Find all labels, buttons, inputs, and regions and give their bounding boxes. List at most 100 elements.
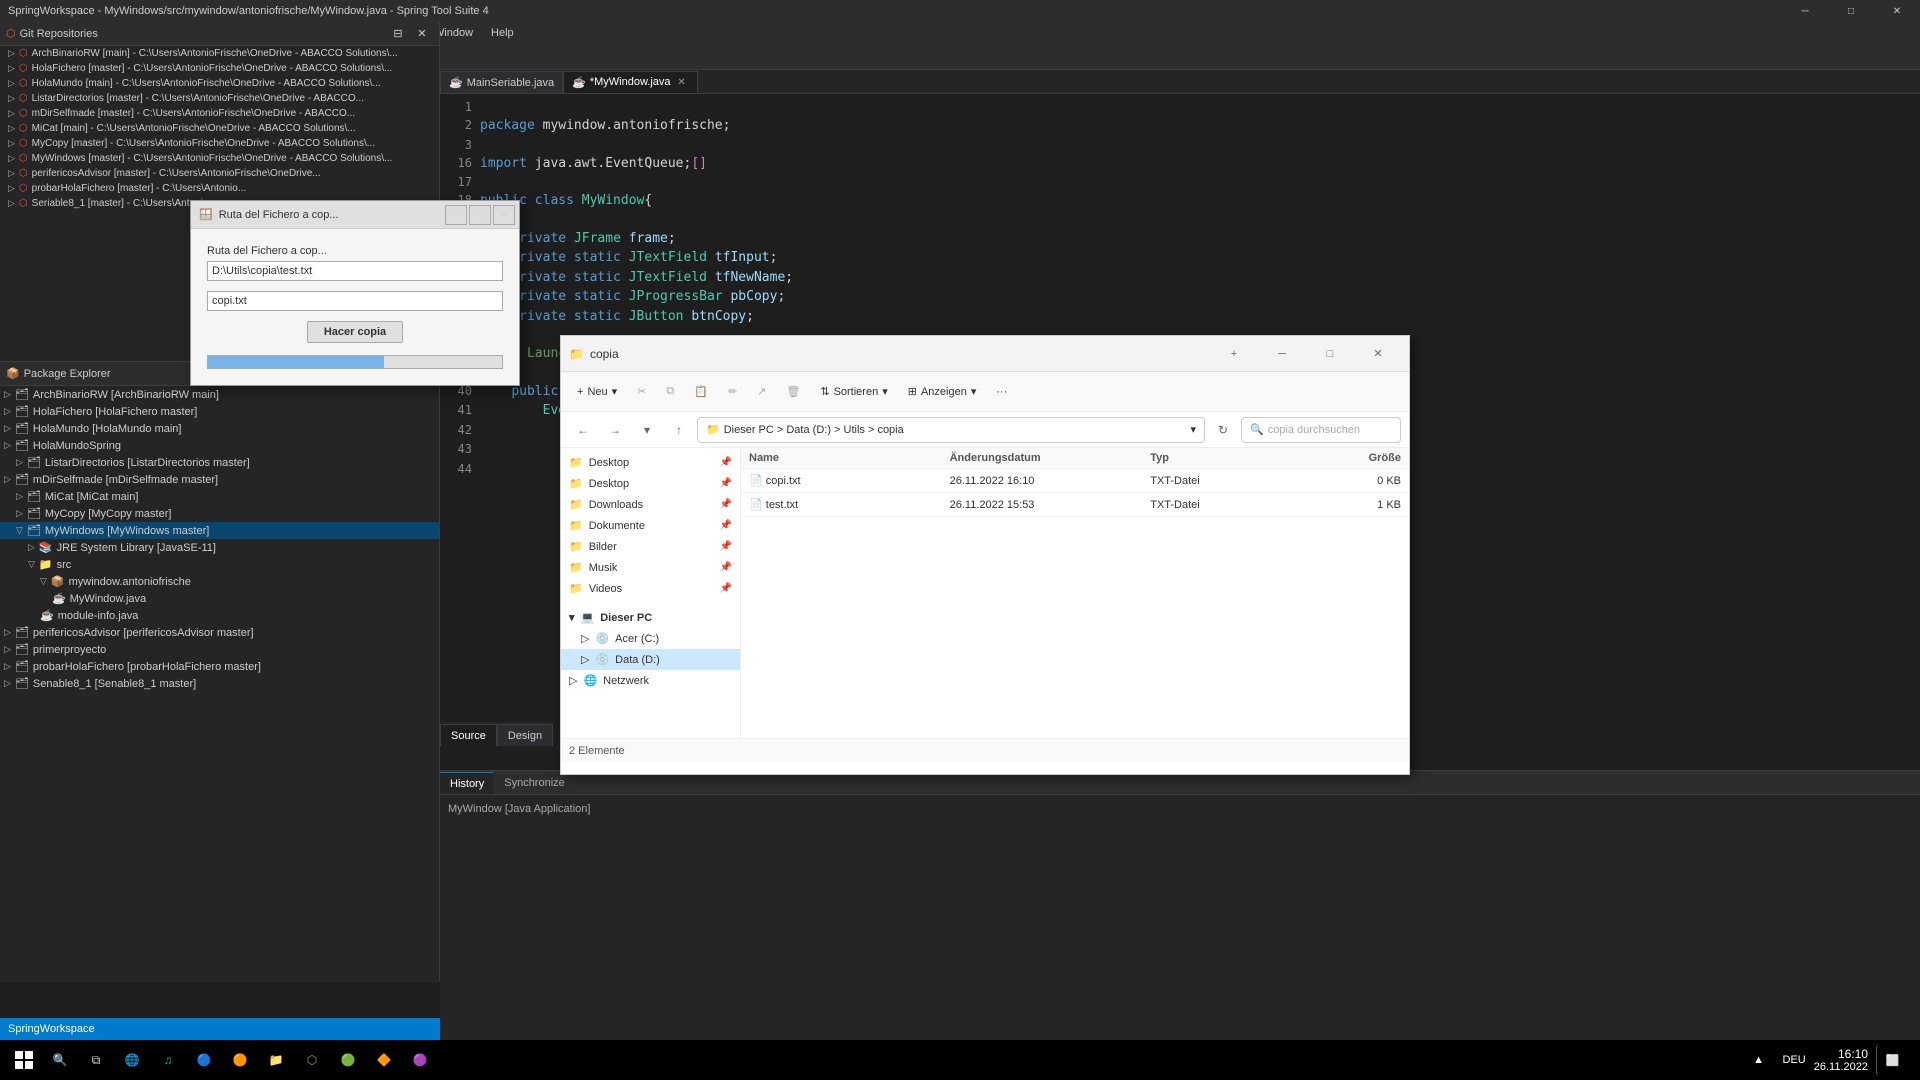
git-collapse-button[interactable]: ⊟ (387, 23, 409, 45)
pkg-item[interactable]: ▷🗂 HolaMundoSpring (0, 437, 439, 454)
fe-sidebar-item-acer[interactable]: ▷ 💿 Acer (C:) (561, 628, 740, 649)
taskbar-app2[interactable]: 🟠 (224, 1044, 256, 1076)
fe-view-button[interactable]: ⊞ Anzeigen ▾ (900, 378, 985, 406)
fe-close-button[interactable]: ✕ (1355, 338, 1401, 370)
fe-address-bar[interactable]: 📁 Dieser PC > Data (D:) > Utils > copia … (697, 417, 1205, 443)
taskbar-spotify[interactable]: ♫ (152, 1044, 184, 1076)
pkg-item[interactable]: ▷🗂 probarHolaFichero [probarHolaFichero … (0, 658, 439, 675)
git-repo-item[interactable]: ▷⬡ HolaFichero [master] - C:\Users\Anton… (0, 61, 439, 76)
fe-maximize-button[interactable]: □ (1307, 338, 1353, 370)
tab-mywindow[interactable]: ☕ *MyWindow.java ✕ (563, 71, 697, 93)
view-icon: ⊞ (908, 385, 917, 398)
pkg-item[interactable]: ▷🗂 MiCat [MiCat main] (0, 488, 439, 505)
git-close-button[interactable]: ✕ (411, 23, 433, 45)
git-repo-item[interactable]: ▷⬡ MiCat [main] - C:\Users\AntonioFrisch… (0, 121, 439, 136)
hacer-copia-button[interactable]: Hacer copia (307, 321, 403, 343)
source-tab[interactable]: Source (440, 724, 497, 746)
taskbar-sts[interactable]: ⬡ (296, 1044, 328, 1076)
taskbar-app3[interactable]: 🟢 (332, 1044, 364, 1076)
fe-sidebar-item-bilder[interactable]: 📁 Bilder 📌 (561, 536, 740, 557)
fe-new-button[interactable]: + Neu ▾ (569, 378, 625, 406)
fe-delete-button[interactable]: 🗑 (778, 378, 808, 406)
fe-back-button[interactable]: ← (569, 416, 597, 444)
taskbar-taskview[interactable]: ⧉ (80, 1044, 112, 1076)
pkg-item[interactable]: ▷🗂 HolaMundo [HolaMundo main] (0, 420, 439, 437)
fe-sidebar-item-videos[interactable]: 📁 Videos 📌 (561, 578, 740, 599)
file-row-copi[interactable]: 📄 copi.txt 26.11.2022 16:10 TXT-Datei 0 … (741, 469, 1409, 493)
pkg-item[interactable]: ▷🗂 MyCopy [MyCopy master] (0, 505, 439, 522)
design-tab[interactable]: Design (497, 724, 553, 746)
git-repo-item[interactable]: ▷⬡ ListarDirectorios [master] - C:\Users… (0, 91, 439, 106)
git-repo-item[interactable]: ▷⬡ mDirSelfmade [master] - C:\Users\Anto… (0, 106, 439, 121)
fe-up-dropdown-button[interactable]: ▾ (633, 416, 661, 444)
pkg-item[interactable]: ▷🗂 HolaFichero [HolaFichero master] (0, 403, 439, 420)
taskbar-app1[interactable]: 🔵 (188, 1044, 220, 1076)
tab-main-seriable[interactable]: ☕ MainSeriable.java (440, 71, 563, 93)
fe-sort-button[interactable]: ⇅ Sortieren ▾ (812, 378, 895, 406)
history-tab[interactable]: History (440, 772, 494, 794)
pkg-item[interactable]: ▷🗂 primerproyecto (0, 641, 439, 658)
dialog-restore-button[interactable]: □ (469, 205, 491, 225)
fe-paste-button[interactable]: 📋 (686, 378, 716, 406)
network-icon: 🌐 (583, 674, 597, 687)
fe-sidebar-item-netzwerk[interactable]: ▷ 🌐 Netzwerk (561, 670, 740, 691)
file-row-test[interactable]: 📄 test.txt 26.11.2022 15:53 TXT-Datei 1 … (741, 493, 1409, 517)
pkg-item-mywindow-java[interactable]: ☕ MyWindow.java (0, 590, 439, 607)
pkg-item[interactable]: ▽📦 mywindow.antoniofrische (0, 573, 439, 590)
fe-forward-button[interactable]: → (601, 416, 629, 444)
fe-sidebar-item-desktop1[interactable]: 📁 Desktop 📌 (561, 452, 740, 473)
fe-sidebar-item-desktop2[interactable]: 📁 Desktop 📌 (561, 473, 740, 494)
git-repo-item[interactable]: ▷⬡ ArchBinarioRW [main] - C:\Users\Anton… (0, 46, 439, 61)
pkg-item[interactable]: ▷🗂 Senable8_1 [Senable8_1 master] (0, 675, 439, 692)
minimize-button[interactable]: ─ (1782, 0, 1828, 22)
close-button[interactable]: ✕ (1874, 0, 1920, 22)
pkg-item[interactable]: ▷📚 JRE System Library [JavaSE-11] (0, 539, 439, 556)
dialog-dest-name-input[interactable] (207, 291, 503, 311)
git-repo-item[interactable]: ▷⬡ HolaMundo [main] - C:\Users\AntonioFr… (0, 76, 439, 91)
pkg-item[interactable]: ▷🗂 mDirSelfmade [mDirSelfmade master] (0, 471, 439, 488)
file-name-test: 📄 test.txt (749, 498, 950, 511)
git-repo-item[interactable]: ▷⬡ probarHolaFichero [master] - C:\Users… (0, 181, 439, 196)
git-repo-item[interactable]: ▷⬡ MyWindows [master] - C:\Users\Antonio… (0, 151, 439, 166)
maximize-button[interactable]: □ (1828, 0, 1874, 22)
sync-tab[interactable]: Synchronize (494, 772, 575, 794)
tab-mywindow-close[interactable]: ✕ (675, 75, 689, 89)
chevron-down-icon-4: ▾ (1190, 423, 1196, 436)
fe-sidebar-item-data-d[interactable]: ▷ 💿 Data (D:) (561, 649, 740, 670)
taskbar-app4[interactable]: 🔶 (368, 1044, 400, 1076)
dialog-minimize-button[interactable]: ─ (445, 205, 467, 225)
taskbar-fileexplorer[interactable]: 📁 (260, 1044, 292, 1076)
fe-sidebar-item-downloads[interactable]: 📁 Downloads 📌 (561, 494, 740, 515)
start-button[interactable] (8, 1044, 40, 1076)
fe-up-button[interactable]: ↑ (665, 416, 693, 444)
fe-minimize-button[interactable]: ─ (1259, 338, 1305, 370)
fe-more-button[interactable]: ··· (988, 378, 1015, 406)
pkg-item[interactable]: ▽📁 src (0, 556, 439, 573)
fe-refresh-button[interactable]: ↻ (1209, 416, 1237, 444)
pkg-item[interactable]: ▷🗂 perifericosAdvisor [perifericosAdviso… (0, 624, 439, 641)
fe-sidebar-item-dokumente[interactable]: 📁 Dokumente 📌 (561, 515, 740, 536)
menu-help[interactable]: Help (483, 25, 522, 41)
fe-cut-button[interactable]: ✂ (629, 378, 654, 406)
taskbar-show-desktop[interactable]: ⬜ (1876, 1044, 1908, 1076)
git-repo-item[interactable]: ▷⬡ MyCopy [master] - C:\Users\AntonioFri… (0, 136, 439, 151)
pkg-item[interactable]: ▷🗂 ListarDirectorios [ListarDirectorios … (0, 454, 439, 471)
fe-add-tab-button[interactable]: + (1211, 338, 1257, 370)
pkg-item-mywindows[interactable]: ▽🗂 MyWindows [MyWindows master] (0, 522, 439, 539)
fe-rename-button[interactable]: ✏ (720, 378, 745, 406)
fe-sidebar-item-dieser-pc[interactable]: ▾ 💻 Dieser PC (561, 607, 740, 628)
fe-share-button[interactable]: ↗ (749, 378, 774, 406)
fe-search-box[interactable]: 🔍 copia durchsuchen (1241, 417, 1401, 443)
taskbar-systray-up[interactable]: ▲ (1743, 1044, 1775, 1076)
pkg-item[interactable]: ☕ module-info.java (0, 607, 439, 624)
taskbar-search[interactable]: 🔍 (44, 1044, 76, 1076)
pkg-item[interactable]: ▷🗂 ArchBinarioRW [ArchBinarioRW main] (0, 386, 439, 403)
folder-icon-desktop2: 📁 (569, 477, 583, 490)
taskbar-app5[interactable]: 🟣 (404, 1044, 436, 1076)
dialog-close-button[interactable]: ✕ (493, 205, 515, 225)
git-repo-item[interactable]: ▷⬡ perifericosAdvisor [master] - C:\User… (0, 166, 439, 181)
fe-copy-button[interactable]: ⧉ (658, 378, 682, 406)
fe-sidebar-item-musik[interactable]: 📁 Musik 📌 (561, 557, 740, 578)
taskbar-edge[interactable]: 🌐 (116, 1044, 148, 1076)
dialog-source-path-input[interactable] (207, 261, 503, 281)
